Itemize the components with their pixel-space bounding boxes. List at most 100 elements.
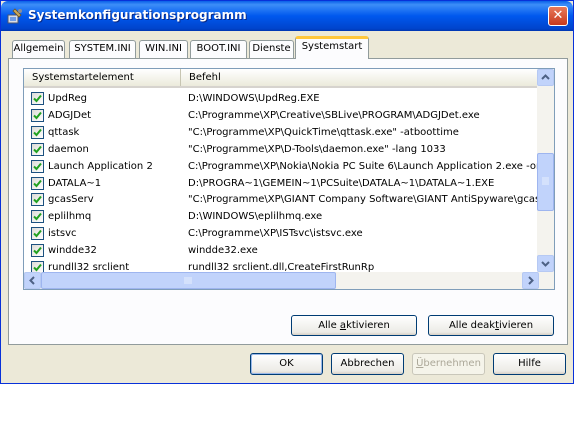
startup-item-command: C:\Programme\XP\Nokia\Nokia PC Suite 6\L… [188, 160, 539, 172]
startup-item-checkbox[interactable] [31, 159, 44, 173]
close-icon: ✕ [552, 8, 564, 23]
scroll-right-button[interactable] [522, 272, 539, 289]
list-item[interactable]: qttask "C:\Programme\XP\QuickTime\qttask.… [24, 124, 539, 141]
startup-item-command: D:\WINDOWS\UpdReg.EXE [188, 93, 320, 104]
scroll-up-arrow-icon [541, 74, 550, 80]
list-item[interactable]: gcasServ "C:\Programme\XP\GIANT Company S… [24, 191, 539, 208]
checkmark-icon [33, 179, 42, 187]
tab-systemstart[interactable]: Systemstart [295, 36, 369, 59]
button-label: Abbrechen [340, 358, 395, 369]
list-item[interactable]: Launch Application 2 C:\Programme\XP\Noki… [24, 158, 539, 175]
scroll-left-button[interactable] [24, 272, 41, 289]
tab-label: Dienste [252, 43, 291, 54]
startup-item-command: C:\Programme\XP\Creative\SBLive\PROGRAM\… [188, 109, 480, 121]
window-title: Systemkonfigurationsprogramm [28, 8, 247, 22]
scroll-right-arrow-icon [528, 276, 534, 285]
startup-item-command: "C:\Programme\XP\D-Tools\daemon.exe" -la… [188, 143, 446, 155]
startup-item-name: daemon [48, 143, 89, 155]
grip-icon [184, 277, 192, 284]
checkmark-icon [33, 263, 42, 272]
column-header-startup-item[interactable]: Systemstartelement [24, 69, 181, 86]
checkmark-icon [33, 162, 42, 171]
startup-item-command: "C:\Programme\XP\QuickTime\qttask.exe" -… [188, 126, 459, 138]
title-bar[interactable]: Systemkonfigurationsprogramm ✕ [1, 1, 573, 31]
close-button[interactable]: ✕ [548, 6, 568, 26]
apply-button[interactable]: Übernehmen [412, 353, 485, 375]
list-item[interactable]: daemon "C:\Programme\XP\D-Tools\daemon.ex… [24, 141, 539, 158]
startup-item-name: DATALA~1 [48, 177, 102, 189]
enable-all-button[interactable]: Alle aktivieren [291, 315, 417, 336]
checkmark-icon [33, 213, 42, 221]
button-label: bernehmen [423, 358, 481, 369]
ok-button[interactable]: OK [250, 353, 323, 375]
startup-item-checkbox[interactable] [31, 176, 44, 190]
vertical-scroll-thumb[interactable] [537, 153, 554, 211]
startup-item-command: rundll32 srclient.dll,CreateFirstRunRp [188, 262, 375, 272]
tab-label: WIN.INI [145, 43, 182, 54]
list-item[interactable]: ADGJDet C:\Programme\XP\Creative\SBLive\P… [24, 107, 539, 124]
tab-win-ini[interactable]: WIN.INI [139, 40, 188, 58]
list-header: Systemstartelement Befehl [24, 69, 539, 88]
list-item[interactable]: UpdReg D:\WINDOWS\UpdReg.EXE [24, 90, 539, 107]
button-label: Alle deak [448, 320, 496, 331]
startup-item-checkbox[interactable] [31, 261, 44, 272]
checkmark-icon [33, 111, 42, 120]
startup-item-command: D:\WINDOWS\eplilhmq.exe [188, 211, 323, 223]
button-label: Alle [318, 320, 340, 331]
tab-dienste[interactable]: Dienste [249, 40, 294, 58]
msconfig-app-icon [7, 8, 22, 24]
startup-item-checkbox[interactable] [31, 125, 44, 139]
list-item[interactable]: istsvc C:\Programme\XP\ISTsvc\istsvc.exe [24, 225, 539, 242]
startup-item-name: eplilhmq [48, 211, 92, 223]
help-button[interactable]: Hilfe [493, 353, 566, 375]
column-header-label: Befehl [189, 72, 221, 83]
startup-item-checkbox[interactable] [31, 108, 44, 122]
horizontal-scroll-thumb[interactable] [41, 272, 336, 289]
list-item[interactable]: DATALA~1 D:\PROGRA~1\GEMEIN~1\PCSuite\DAT… [24, 175, 539, 192]
scroll-down-button[interactable] [537, 255, 554, 272]
startup-item-checkbox[interactable] [31, 193, 44, 207]
list-item[interactable]: eplilhmq D:\WINDOWS\eplilhmq.exe [24, 208, 539, 225]
checkmark-icon [33, 94, 42, 103]
startup-item-checkbox[interactable] [31, 244, 44, 258]
button-label: Hilfe [518, 358, 541, 369]
button-label: OK [279, 358, 294, 369]
startup-item-name: windde32 [48, 245, 97, 257]
startup-item-name: Launch Application 2 [48, 160, 153, 172]
scroll-left-arrow-icon [29, 276, 35, 285]
startup-item-command: C:\Programme\XP\ISTsvc\istsvc.exe [188, 228, 363, 240]
startup-item-name: rundll32 srclient [48, 262, 130, 272]
tab-boot-ini[interactable]: BOOT.INI [190, 40, 247, 58]
startup-item-checkbox[interactable] [31, 92, 44, 105]
button-label: ivieren [499, 320, 534, 331]
startup-items-list[interactable]: Systemstartelement Befehl UpdReg D:\WINDO… [23, 68, 555, 290]
tab-label: Systemstart [301, 41, 363, 52]
grip-icon [542, 177, 549, 185]
scroll-up-button[interactable] [537, 69, 554, 86]
cancel-button[interactable]: Abbrechen [331, 353, 404, 375]
checkmark-icon [33, 128, 42, 137]
tab-label: SYSTEM.INI [74, 43, 131, 54]
list-item[interactable]: rundll32 srclient rundll32 srclient.dll,C… [24, 259, 539, 272]
checkmark-icon [33, 230, 42, 238]
column-header-command[interactable]: Befehl [181, 69, 539, 86]
startup-item-checkbox[interactable] [31, 210, 44, 224]
startup-item-checkbox[interactable] [31, 227, 44, 241]
list-rows: UpdReg D:\WINDOWS\UpdReg.EXE ADGJDet C:\Pro… [24, 88, 539, 272]
vertical-scrollbar[interactable] [537, 69, 554, 272]
button-label: ktivieren [346, 320, 390, 331]
startup-item-checkbox[interactable] [31, 142, 44, 156]
tab-label: BOOT.INI [196, 43, 241, 54]
scroll-down-arrow-icon [541, 261, 550, 267]
startup-item-name: istsvc [48, 228, 77, 240]
disable-all-button[interactable]: Alle deaktivieren [428, 315, 554, 336]
tab-system-ini[interactable]: SYSTEM.INI [69, 40, 136, 58]
startup-item-name: qttask [48, 126, 80, 138]
list-item[interactable]: windde32 windde32.exe [24, 242, 539, 259]
tab-allgemein[interactable]: Allgemein [12, 40, 65, 58]
checkmark-icon [33, 145, 42, 154]
horizontal-scrollbar[interactable] [24, 272, 554, 289]
startup-item-command: D:\PROGRA~1\GEMEIN~1\PCSuite\DATALA~1\DA… [188, 177, 495, 189]
checkmark-icon [33, 246, 42, 255]
startup-item-command: windde32.exe [188, 245, 258, 257]
